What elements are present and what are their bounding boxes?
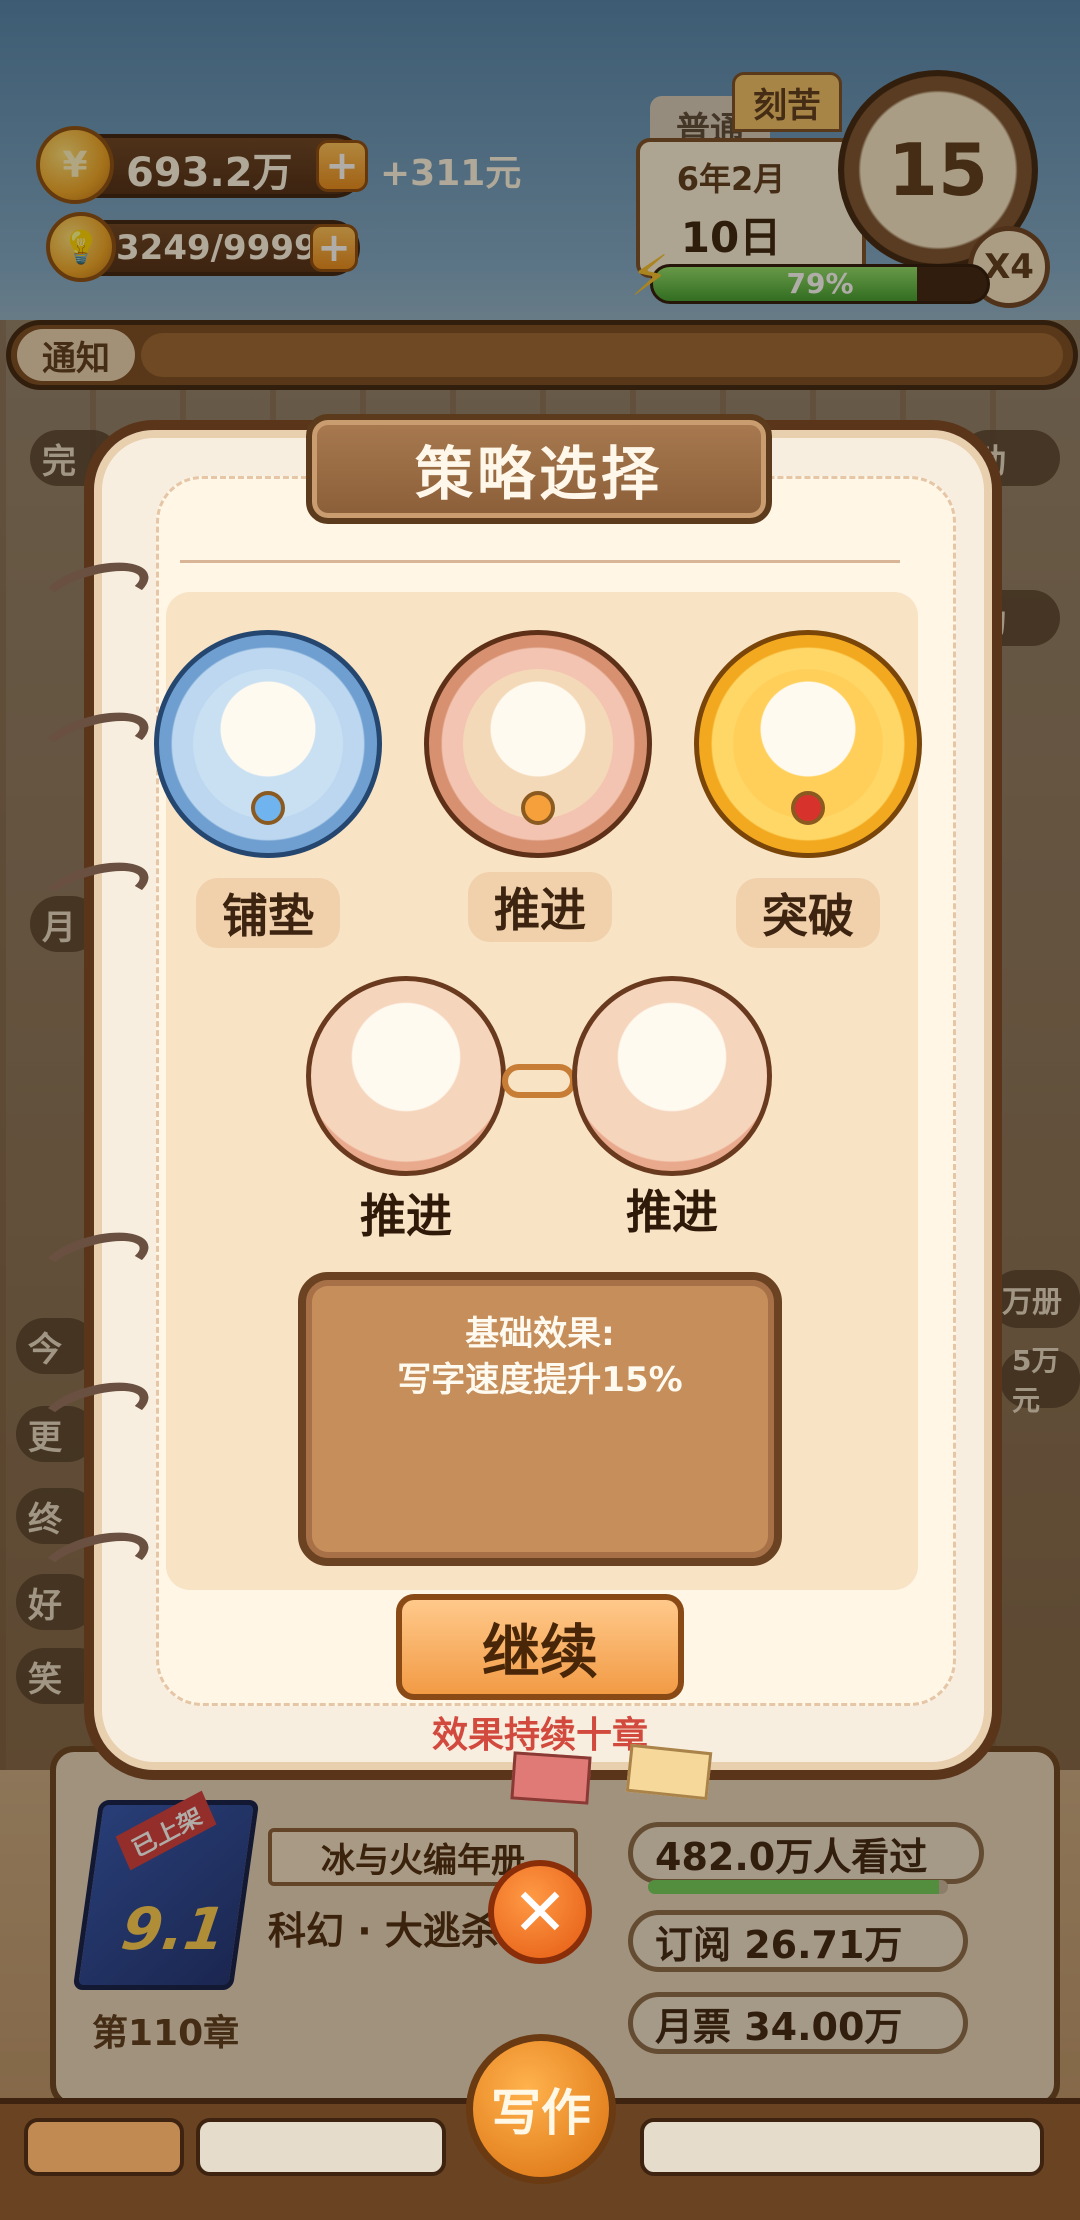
selected-slot-1-label: 推进 bbox=[360, 1189, 452, 1243]
setup-medal-icon[interactable] bbox=[154, 630, 382, 858]
nav-slot-right[interactable] bbox=[640, 2118, 1044, 2176]
bookmark-tab-yellow bbox=[625, 1743, 713, 1801]
selected-slot-2[interactable] bbox=[572, 976, 772, 1176]
title-divider bbox=[180, 560, 900, 563]
red-gem-icon bbox=[791, 791, 825, 825]
breakthrough-medal-icon[interactable] bbox=[694, 630, 922, 858]
option-breakthrough-label[interactable]: 突破 bbox=[736, 878, 880, 948]
chain-link-icon bbox=[502, 1064, 576, 1098]
option-advance-label[interactable]: 推进 bbox=[468, 872, 612, 942]
effect-duration: 效果持续十章 bbox=[431, 1715, 648, 1756]
setup-character-icon bbox=[193, 669, 343, 825]
dialog-title: 策略选择 bbox=[414, 440, 663, 508]
advance-medal-icon[interactable] bbox=[424, 630, 652, 858]
nav-slot-left[interactable] bbox=[24, 2118, 184, 2176]
effect-description: 写字速度提升15% bbox=[397, 1360, 683, 1400]
blue-gem-icon bbox=[251, 791, 285, 825]
selected-slot-1[interactable] bbox=[306, 976, 506, 1176]
selected-slot-2-label: 推进 bbox=[626, 1185, 718, 1239]
close-icon[interactable]: ✕ bbox=[488, 1860, 592, 1964]
advance-character-icon bbox=[463, 669, 613, 825]
effect-title: 基础效果: bbox=[465, 1314, 615, 1354]
bookmark-tab-red bbox=[510, 1751, 592, 1805]
continue-button[interactable]: 继续 bbox=[396, 1594, 684, 1700]
nav-slot-middle[interactable] bbox=[196, 2118, 446, 2176]
option-setup-label[interactable]: 铺垫 bbox=[196, 878, 340, 948]
breakthrough-character-icon bbox=[733, 669, 883, 825]
write-button[interactable]: 写作 bbox=[466, 2034, 616, 2184]
effect-description-box: 基础效果: 写字速度提升15% bbox=[298, 1272, 782, 1566]
dialog-title-plate: 策略选择 bbox=[306, 414, 772, 524]
orange-gem-icon bbox=[521, 791, 555, 825]
